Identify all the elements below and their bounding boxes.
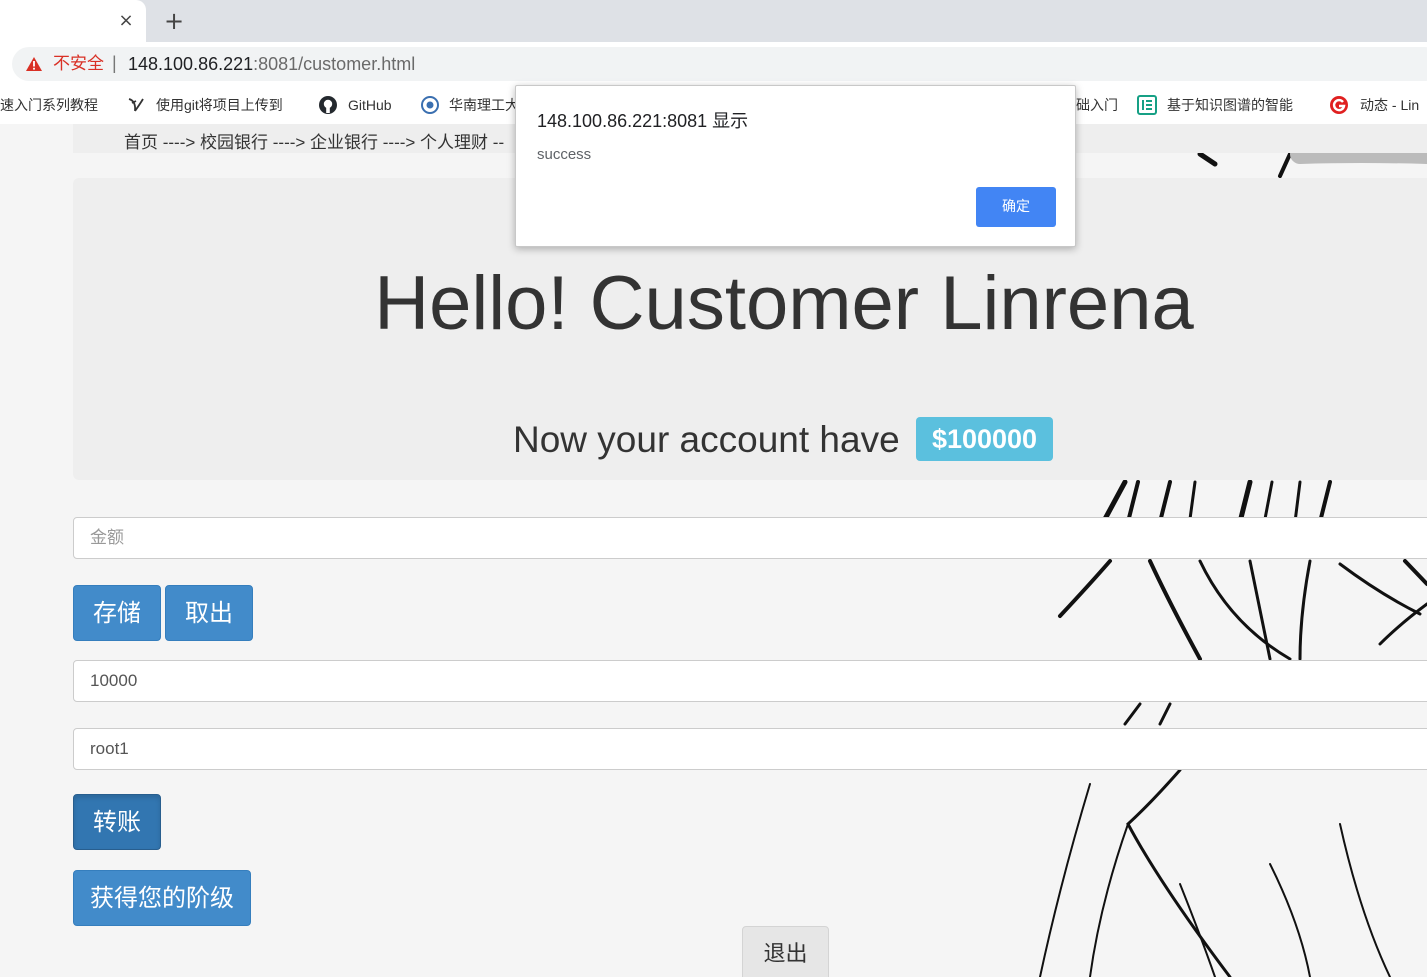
url-text[interactable]: 148.100.86.221:8081/customer.html [128,54,415,74]
red-g-icon [1330,96,1348,114]
document-app-icon [1137,95,1157,115]
dialog-ok-button[interactable]: 确定 [976,187,1056,227]
git-leaf-icon [128,98,144,112]
url-path: :8081/customer.html [253,54,416,74]
page-title: Hello! Customer Linrena [374,261,1194,346]
dialog-title: 148.100.86.221:8081 显示 [537,111,749,131]
bookmark-item[interactable]: 华南理工大 [449,95,515,115]
deposit-button[interactable]: 存储 [73,585,161,641]
bookmark-item[interactable]: 速入门系列教程 [0,95,104,115]
warning-icon [26,57,42,71]
balance-badge: $100000 [915,417,1054,462]
transfer-button[interactable]: 转账 [73,794,161,850]
not-secure-label[interactable]: 不安全 [53,54,104,74]
amount-input[interactable] [73,517,1427,559]
bookmark-item[interactable]: 动态 - Lin [1360,95,1427,115]
new-tab-icon[interactable]: + [162,8,186,34]
logout-button[interactable]: 退出 [742,926,829,977]
browser-toolbar: 不安全 | 148.100.86.221:8081/customer.html [0,42,1427,86]
bookmark-item[interactable]: GitHub [348,95,408,115]
bookmark-item[interactable]: 使用git将项目上传到 [156,95,298,115]
address-bar[interactable]: 不安全 | 148.100.86.221:8081/customer.html [12,47,1427,81]
tab-close-icon[interactable]: × [116,10,136,32]
transfer-amount-input[interactable] [73,660,1427,702]
transfer-target-input[interactable] [73,728,1427,770]
url-host: 148.100.86.221 [128,54,254,74]
tab-strip: × + [0,0,1427,42]
address-separator: | [112,53,117,73]
page-content: 首页 ----> 校园银行 ----> 企业银行 ----> 个人理财 -- H… [0,124,1427,977]
account-label: Now your account have [513,419,900,460]
alert-dialog: 148.100.86.221:8081 显示 success 确定 [515,85,1076,247]
dialog-message: success [537,146,592,163]
browser-tab[interactable]: × [0,0,146,42]
github-icon [319,96,337,114]
withdraw-button[interactable]: 取出 [165,585,253,641]
get-level-button[interactable]: 获得您的阶级 [73,870,251,926]
bookmark-item[interactable]: 础入门 [1076,95,1120,115]
account-balance-line: Now your account have $100000 [513,417,1054,464]
breadcrumb[interactable]: 首页 ----> 校园银行 ----> 企业银行 ----> 个人理财 -- [124,132,504,154]
bookmark-item[interactable]: 基于知识图谱的智能 [1167,95,1309,115]
university-icon [421,96,439,114]
